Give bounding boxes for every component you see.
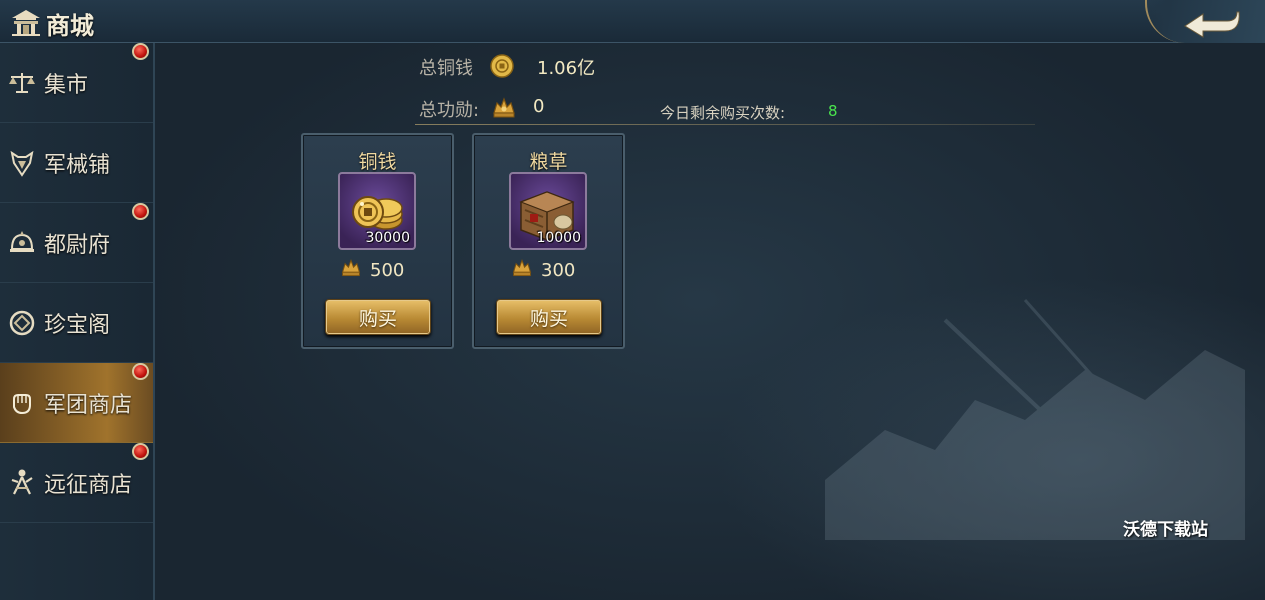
total-copper-value: 1.06亿 <box>537 58 596 79</box>
page-title: 商城 <box>46 12 94 40</box>
merit-medal-icon <box>511 257 533 283</box>
item-name: 粮草 <box>529 151 568 173</box>
back-button[interactable] <box>1145 0 1265 43</box>
notification-badge <box>132 43 149 60</box>
sidebar-item-market[interactable]: 集市 <box>0 43 153 123</box>
item-quantity: 30000 <box>365 230 410 246</box>
item-name: 铜钱 <box>358 151 397 173</box>
buy-button[interactable]: 购买 <box>325 299 431 335</box>
total-merit-label: 总功勋: <box>419 100 480 121</box>
notification-badge <box>132 203 149 220</box>
scale-icon <box>8 69 36 97</box>
merit-medal-icon <box>340 257 362 283</box>
watermark: 沃德下载站 <box>1123 520 1208 540</box>
copper-coin-icon <box>489 53 515 79</box>
buy-button[interactable]: 购买 <box>496 299 602 335</box>
item-icon-frame[interactable]: 30000 <box>338 172 416 250</box>
legion-hand-icon <box>8 389 36 417</box>
category-sidebar: 集市 军械铺 都尉府 珍宝阁 军团商店 远征商店 <box>0 43 155 600</box>
background <box>0 0 1265 600</box>
merit-medal-icon <box>491 95 517 121</box>
sidebar-item-armory[interactable]: 军械铺 <box>0 123 153 203</box>
sidebar-item-legion-shop[interactable]: 军团商店 <box>0 363 153 443</box>
sidebar-item-label: 珍宝阁 <box>44 312 111 338</box>
item-price: 300 <box>541 259 576 281</box>
item-quantity: 10000 <box>536 230 581 246</box>
shop-item-card: 铜钱 30000 500 购买 <box>301 133 454 349</box>
shop-pavilion-icon <box>10 7 42 41</box>
stats-divider <box>415 124 1035 125</box>
back-arrow-icon <box>1184 11 1240 38</box>
total-copper-label: 总铜钱 <box>419 58 473 79</box>
sidebar-item-label: 军械铺 <box>44 152 111 178</box>
remaining-purchases-value: 8 <box>828 102 838 120</box>
sidebar-item-label: 都尉府 <box>44 232 111 258</box>
sidebar-item-commandery[interactable]: 都尉府 <box>0 203 153 283</box>
treasure-coin-icon <box>8 309 36 337</box>
title-group: 商城 <box>10 6 94 41</box>
top-bar: 商城 <box>0 0 1265 43</box>
price-row: 300 <box>511 257 575 283</box>
armor-icon <box>8 149 36 177</box>
sidebar-item-expedition-shop[interactable]: 远征商店 <box>0 443 153 523</box>
item-icon-frame[interactable]: 10000 <box>509 172 587 250</box>
remaining-purchases-label: 今日剩余购买次数: <box>660 104 786 122</box>
shop-item-card: 粮草 10000 300 购买 <box>472 133 625 349</box>
expedition-figure-icon <box>8 469 36 497</box>
battle-silhouette-decoration <box>825 299 1245 540</box>
sidebar-item-treasure-pavilion[interactable]: 珍宝阁 <box>0 283 153 363</box>
notification-badge <box>132 363 149 380</box>
sidebar-item-label: 军团商店 <box>44 392 133 418</box>
price-row: 500 <box>340 257 404 283</box>
sidebar-item-label: 远征商店 <box>44 472 133 498</box>
helmet-icon <box>8 229 36 257</box>
sidebar-item-label: 集市 <box>44 72 89 98</box>
total-merit-value: 0 <box>533 96 545 117</box>
notification-badge <box>132 443 149 460</box>
item-price: 500 <box>370 259 405 281</box>
